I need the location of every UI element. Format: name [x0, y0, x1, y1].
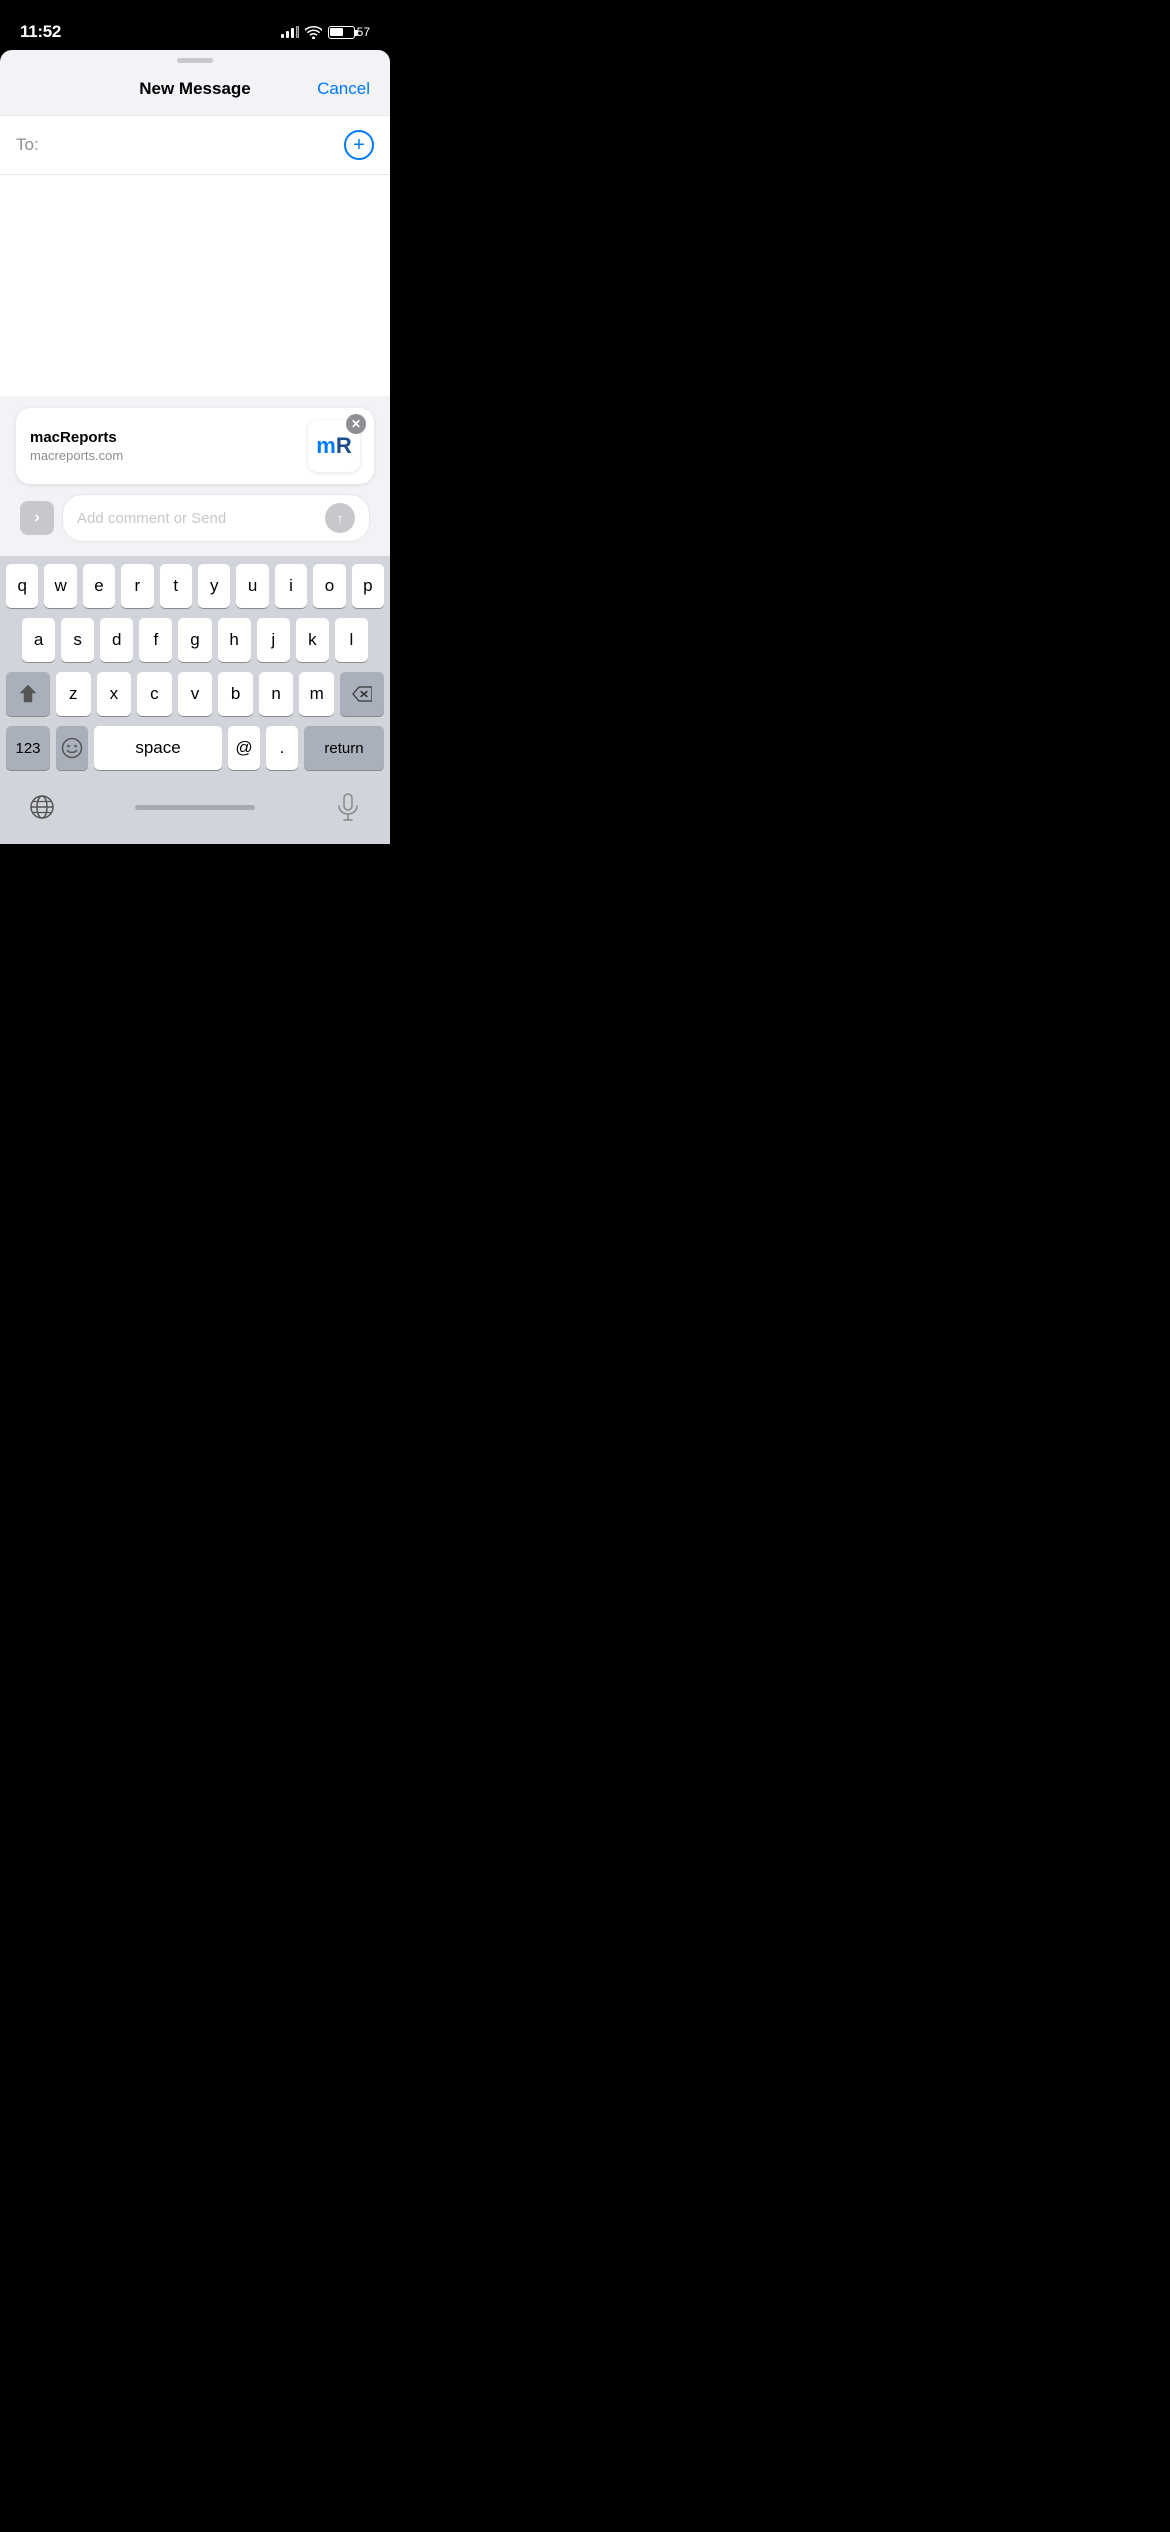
key-t[interactable]: t	[160, 564, 192, 608]
comment-input-wrapper[interactable]: Add comment or Send ↑	[62, 494, 370, 542]
share-card: macReports macreports.com m R ✕	[16, 408, 374, 484]
send-arrow-icon: ↑	[337, 510, 344, 526]
send-button[interactable]: ↑	[325, 503, 355, 533]
message-body-area[interactable]	[0, 175, 390, 396]
share-card-url: macreports.com	[30, 448, 123, 463]
key-k[interactable]: k	[296, 618, 329, 662]
logo-r-letter: R	[336, 433, 352, 459]
key-a[interactable]: a	[22, 618, 55, 662]
chevron-right-icon: ›	[34, 509, 39, 527]
remove-share-button[interactable]: ✕	[346, 414, 366, 434]
emoji-key[interactable]	[56, 726, 88, 770]
key-n[interactable]: n	[259, 672, 294, 716]
home-indicator	[135, 805, 255, 810]
key-j[interactable]: j	[257, 618, 290, 662]
wifi-icon	[305, 26, 322, 39]
key-x[interactable]: x	[97, 672, 132, 716]
battery-percent: 57	[357, 25, 370, 39]
key-w[interactable]: w	[44, 564, 76, 608]
battery-icon: 57	[328, 25, 370, 39]
cancel-button[interactable]: Cancel	[317, 79, 370, 99]
space-key[interactable]: space	[94, 726, 222, 770]
plus-icon: +	[353, 135, 365, 155]
key-g[interactable]: g	[178, 618, 211, 662]
comment-placeholder: Add comment or Send	[77, 510, 325, 527]
key-r[interactable]: r	[121, 564, 153, 608]
expand-button[interactable]: ›	[20, 501, 54, 535]
header: New Message Cancel	[0, 67, 390, 115]
to-input[interactable]	[47, 135, 344, 155]
key-e[interactable]: e	[83, 564, 115, 608]
key-v[interactable]: v	[178, 672, 213, 716]
key-s[interactable]: s	[61, 618, 94, 662]
compose-sheet: New Message Cancel To: + macReports macr…	[0, 50, 390, 844]
keyboard: q w e r t y u i o p a s d f g h j k l	[0, 556, 390, 784]
status-time: 11:52	[20, 22, 61, 42]
keyboard-row-4: 123 space @ . return	[6, 726, 384, 770]
comment-row: › Add comment or Send ↑	[16, 494, 374, 546]
sheet-title: New Message	[139, 79, 251, 99]
key-y[interactable]: y	[198, 564, 230, 608]
signal-bars-icon	[281, 26, 299, 38]
period-key[interactable]: .	[266, 726, 298, 770]
numbers-key[interactable]: 123	[6, 726, 50, 770]
status-icons: 57	[281, 25, 370, 39]
shift-key[interactable]	[6, 672, 50, 716]
sheet-handle	[0, 50, 390, 67]
to-label: To:	[16, 135, 39, 155]
key-u[interactable]: u	[236, 564, 268, 608]
close-icon: ✕	[351, 418, 361, 430]
microphone-icon[interactable]	[326, 790, 370, 824]
keyboard-row-3: z x c v b n m	[6, 672, 384, 716]
share-card-info: macReports macreports.com	[30, 429, 123, 463]
key-i[interactable]: i	[275, 564, 307, 608]
key-l[interactable]: l	[335, 618, 368, 662]
logo-m-letter: m	[316, 433, 336, 459]
key-o[interactable]: o	[313, 564, 345, 608]
to-field-row: To: +	[0, 115, 390, 175]
key-f[interactable]: f	[139, 618, 172, 662]
at-key[interactable]: @	[228, 726, 260, 770]
delete-key[interactable]	[340, 672, 384, 716]
key-d[interactable]: d	[100, 618, 133, 662]
share-card-logo: m R ✕	[308, 420, 360, 472]
return-key[interactable]: return	[304, 726, 384, 770]
globe-icon[interactable]	[20, 790, 64, 824]
keyboard-bottom-bar	[0, 784, 390, 844]
key-b[interactable]: b	[218, 672, 253, 716]
key-z[interactable]: z	[56, 672, 91, 716]
keyboard-row-1: q w e r t y u i o p	[6, 564, 384, 608]
key-h[interactable]: h	[218, 618, 251, 662]
share-card-title: macReports	[30, 429, 123, 446]
key-m[interactable]: m	[299, 672, 334, 716]
keyboard-row-2: a s d f g h j k l	[6, 618, 384, 662]
share-preview-container: macReports macreports.com m R ✕ › Add co…	[0, 396, 390, 556]
add-recipient-button[interactable]: +	[344, 130, 374, 160]
status-bar: 11:52 57	[0, 0, 390, 50]
key-q[interactable]: q	[6, 564, 38, 608]
key-c[interactable]: c	[137, 672, 172, 716]
key-p[interactable]: p	[352, 564, 384, 608]
